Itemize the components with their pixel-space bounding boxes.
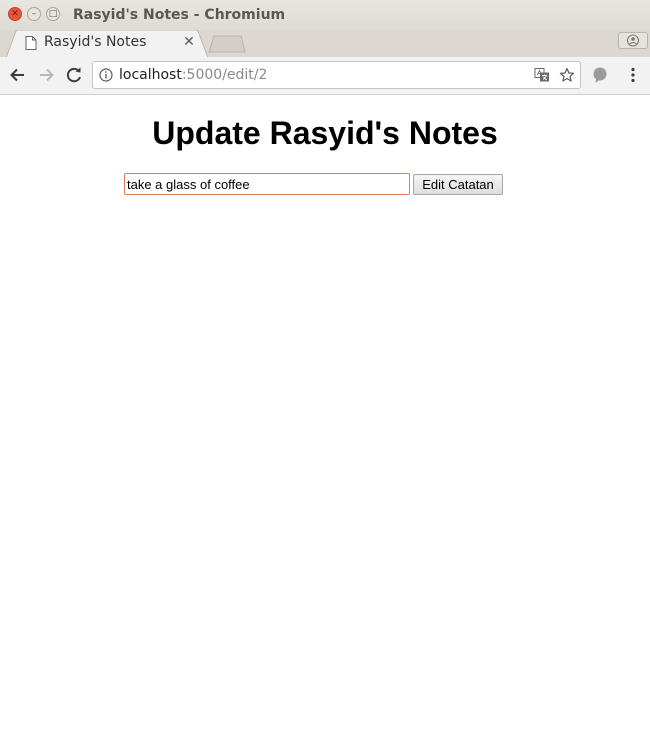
window-close-button[interactable]: ✕ — [8, 7, 22, 21]
page-content: Update Rasyid's Notes Edit Catatan — [0, 95, 650, 744]
url-path: :5000/edit/2 — [181, 67, 268, 83]
arrow-right-icon[interactable] — [36, 65, 56, 85]
url-text[interactable]: localhost:5000/edit/2 — [119, 67, 267, 83]
reload-icon[interactable] — [64, 65, 84, 85]
window-minimize-button[interactable]: – — [27, 7, 41, 21]
address-bar[interactable]: localhost:5000/edit/2 — [92, 61, 581, 89]
new-tab-button[interactable] — [208, 35, 246, 53]
note-input[interactable] — [124, 173, 410, 195]
window-title: Rasyid's Notes - Chromium — [73, 7, 286, 23]
profile-button[interactable] — [618, 32, 648, 49]
url-host: localhost — [119, 67, 182, 83]
info-icon[interactable] — [99, 68, 113, 82]
extension-icon[interactable] — [590, 65, 610, 85]
tab-active[interactable]: Rasyid's Notes ✕ — [6, 30, 208, 58]
menu-dots-icon[interactable] — [623, 65, 643, 85]
arrow-left-icon[interactable] — [8, 65, 28, 85]
edit-catatan-button[interactable]: Edit Catatan — [413, 174, 503, 195]
star-icon[interactable] — [559, 67, 575, 83]
window-title-bar: ✕ – □ Rasyid's Notes - Chromium — [0, 0, 650, 30]
profile-icon — [627, 34, 639, 47]
tab-title: Rasyid's Notes — [44, 34, 147, 50]
browser-toolbar: localhost:5000/edit/2 — [0, 57, 650, 95]
tab-strip: Rasyid's Notes ✕ — [0, 30, 650, 58]
page-heading: Update Rasyid's Notes — [152, 115, 498, 151]
page-icon — [25, 36, 37, 50]
translate-icon[interactable] — [534, 67, 550, 83]
tab-close-icon[interactable]: ✕ — [182, 34, 196, 50]
window-maximize-button[interactable]: □ — [46, 7, 60, 21]
